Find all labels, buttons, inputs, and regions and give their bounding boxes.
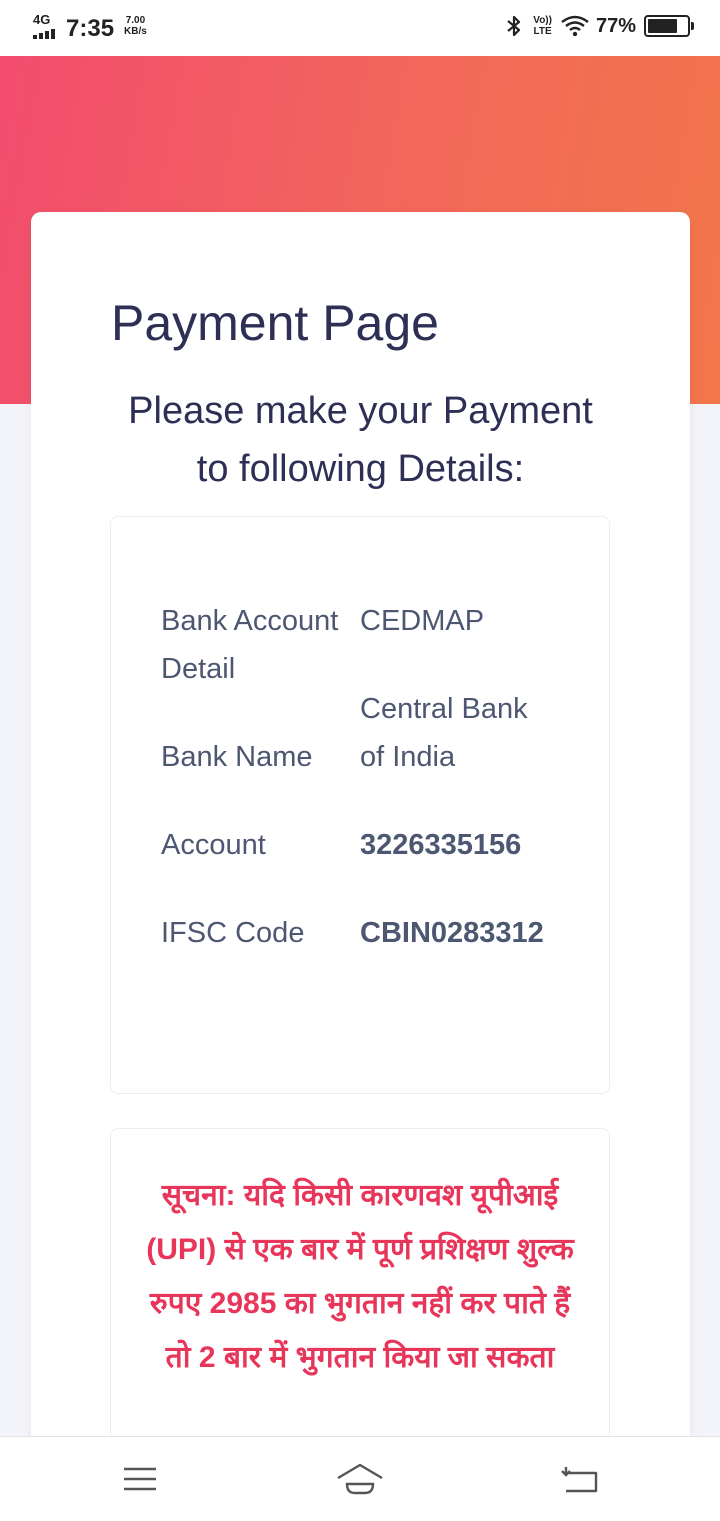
- payment-instruction: Please make your Payment to following De…: [31, 382, 690, 498]
- instruction-line-1: Please make your Payment: [128, 390, 593, 432]
- bank-details-box: Bank Account Detail CEDMAP Bank Name Cen…: [110, 516, 610, 1094]
- menu-button[interactable]: [115, 1457, 165, 1501]
- navigation-bar: [0, 1436, 720, 1521]
- network-type: 4G: [33, 12, 51, 27]
- wifi-icon: [561, 15, 589, 37]
- home-button[interactable]: [335, 1457, 385, 1501]
- payment-card: Payment Page Please make your Payment to…: [31, 212, 690, 1470]
- back-icon: [561, 1467, 598, 1493]
- ifsc-code[interactable]: CBIN0283312: [360, 909, 550, 957]
- account-number[interactable]: 3226335156: [360, 821, 550, 869]
- volte-bottom: LTE: [533, 26, 552, 37]
- notice-box: सूचना: यदि किसी कारणवश यूपीआई (UPI) से ए…: [110, 1128, 610, 1470]
- detail-value[interactable]: CEDMAP: [360, 597, 550, 645]
- detail-label: IFSC Code: [161, 917, 305, 949]
- menu-icon: [124, 1467, 156, 1491]
- battery-icon: [644, 15, 694, 37]
- notice-text: सूचना: यदि किसी कारणवश यूपीआई (UPI) से ए…: [146, 1179, 574, 1374]
- bluetooth-icon: [507, 15, 521, 37]
- home-icon: [337, 1463, 383, 1495]
- volte-indicator: Vo)) LTE: [533, 15, 552, 37]
- network-speed: 7.00 KB/s: [124, 15, 147, 37]
- signal-icon: 4G: [32, 12, 55, 42]
- detail-label: Account: [161, 829, 266, 861]
- page-title: Payment Page: [111, 295, 439, 351]
- back-button[interactable]: [555, 1457, 605, 1501]
- speed-value: 7.00: [125, 15, 146, 26]
- speed-unit: KB/s: [124, 26, 147, 37]
- instruction-line-2: to following Details:: [196, 448, 525, 490]
- battery-percent: 77%: [595, 14, 636, 37]
- volte-top: Vo)): [533, 15, 552, 26]
- clock: 7:35: [66, 15, 115, 42]
- detail-label: Bank Name: [161, 741, 313, 773]
- detail-value[interactable]: Central Bank of India: [360, 685, 550, 781]
- status-bar: 4G 7:35 7.00 KB/s Vo)) LTE 77%: [0, 0, 720, 56]
- detail-label: Bank Account Detail: [161, 605, 339, 685]
